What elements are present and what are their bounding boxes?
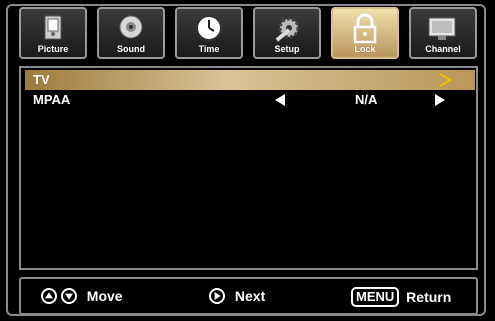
sound-icon — [119, 15, 143, 39]
tab-setup[interactable]: Setup — [253, 7, 321, 59]
tab-label: Channel — [425, 44, 461, 54]
down-button-icon — [60, 288, 77, 305]
menu-row-label: TV — [33, 72, 50, 87]
menu-row-mpaa[interactable]: MPAA N/A — [25, 90, 475, 110]
right-button-icon — [209, 288, 225, 305]
hint-next: Next — [209, 287, 266, 305]
hint-next-label: Next — [234, 288, 266, 305]
tab-channel[interactable]: Channel — [409, 7, 477, 59]
hint-move: Move — [41, 287, 123, 305]
tab-label: Picture — [37, 44, 69, 54]
tab-label: Time — [198, 44, 220, 54]
hint-return-label: Return — [406, 289, 452, 305]
lock-icon — [353, 13, 377, 44]
hint-return: MENU Return — [351, 287, 451, 307]
arrow-right-icon[interactable] — [435, 94, 445, 106]
arrow-left-icon[interactable] — [275, 94, 285, 106]
setup-icon — [275, 17, 300, 42]
tab-label: Sound — [117, 44, 145, 54]
picture-icon — [44, 15, 62, 40]
tab-label: Setup — [274, 44, 300, 54]
tab-lock[interactable]: Lock — [331, 7, 399, 59]
menu-row-tv[interactable]: TV — [25, 70, 475, 90]
menu-row-value: N/A — [355, 92, 378, 107]
menu-key-icon: MENU — [351, 287, 400, 307]
tab-time[interactable]: Time — [175, 7, 243, 59]
menu-list: TV MPAA N/A — [19, 66, 478, 270]
tab-picture[interactable]: Picture — [19, 7, 87, 59]
footer-hints: Move Next MENU Return — [19, 277, 478, 315]
tab-sound[interactable]: Sound — [97, 7, 165, 59]
menu-row-label: MPAA — [33, 92, 71, 107]
up-button-icon — [41, 288, 57, 305]
chevron-right-icon — [439, 73, 452, 87]
tab-bar: Picture Sound Time Setup Lock Channel — [19, 7, 478, 59]
time-icon — [196, 15, 222, 41]
channel-icon — [428, 17, 456, 40]
tab-label: Lock — [354, 44, 376, 54]
hint-move-label: Move — [86, 288, 123, 305]
